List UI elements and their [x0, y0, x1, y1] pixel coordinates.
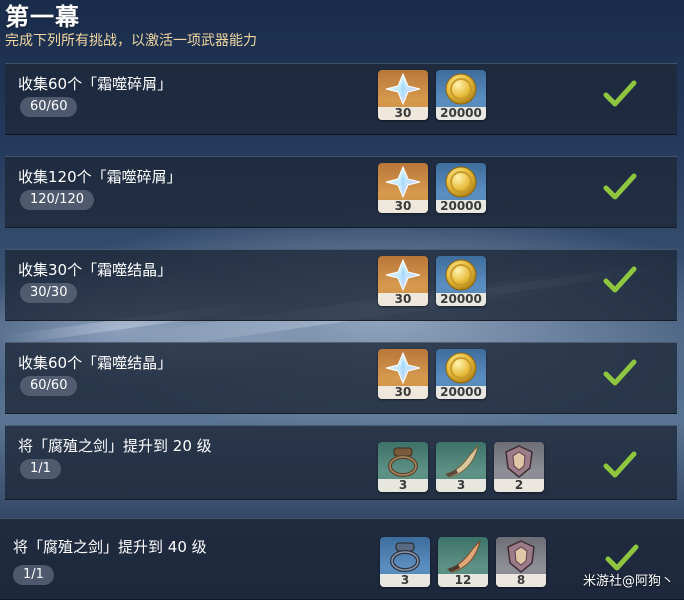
reward-count: 20000: [436, 107, 486, 120]
reward-count: 12: [438, 574, 488, 587]
challenge-row: 将「腐殖之剑」提升到 40 级 1/1 3 12 8: [0, 518, 684, 600]
reward-item[interactable]: 30: [378, 349, 428, 399]
reward-count: 20000: [436, 386, 486, 399]
page-subtitle: 完成下列所有挑战，以激活一项武器能力: [5, 33, 257, 49]
challenge-text: 将「腐殖之剑」提升到 40 级: [13, 538, 207, 556]
mora-coin-icon: [445, 352, 477, 384]
challenge-text: 收集30个「霜噬结晶」: [18, 261, 173, 279]
reward-item[interactable]: 20000: [436, 70, 486, 120]
challenge-text: 收集60个「霜噬碎屑」: [18, 75, 173, 93]
challenge-row: 将「腐殖之剑」提升到 20 级 1/1 3 3 2: [5, 425, 677, 500]
reward-item[interactable]: 3: [378, 442, 428, 492]
reward-count: 30: [378, 386, 428, 399]
crest-material-icon: [505, 445, 533, 478]
reward-item[interactable]: 3: [380, 537, 430, 587]
horn-material-icon: [446, 539, 481, 573]
completed-check-icon: [605, 544, 639, 571]
progress-badge: 1/1: [20, 459, 61, 479]
reward-count: 30: [378, 293, 428, 306]
progress-badge: 60/60: [20, 376, 78, 396]
challenge-row: 收集60个「霜噬碎屑」 60/60 30 20000: [5, 63, 677, 135]
challenge-text: 收集60个「霜噬结晶」: [18, 354, 173, 372]
completed-check-icon: [603, 173, 637, 200]
reward-count: 20000: [436, 293, 486, 306]
challenge-text: 收集120个「霜噬碎屑」: [18, 168, 182, 186]
progress-badge: 60/60: [20, 97, 78, 117]
progress-badge: 120/120: [20, 190, 95, 210]
challenge-row: 收集30个「霜噬结晶」 30/30 30 20000: [5, 249, 677, 321]
reward-item[interactable]: 20000: [436, 256, 486, 306]
completed-check-icon: [603, 451, 637, 478]
reward-item[interactable]: 20000: [436, 163, 486, 213]
challenge-text: 将「腐殖之剑」提升到 20 级: [18, 437, 212, 455]
mora-coin-icon: [445, 166, 477, 198]
watermark: 米游社@阿狗丶: [582, 574, 674, 589]
reward-count: 30: [378, 107, 428, 120]
reward-item[interactable]: 8: [496, 537, 546, 587]
reward-item[interactable]: 3: [436, 442, 486, 492]
reward-item[interactable]: 30: [378, 70, 428, 120]
mora-coin-icon: [445, 73, 477, 105]
reward-count: 2: [494, 479, 544, 492]
mora-coin-icon: [445, 259, 477, 291]
reward-count: 3: [436, 479, 486, 492]
reward-item[interactable]: 30: [378, 256, 428, 306]
reward-item[interactable]: 30: [378, 163, 428, 213]
primogem-icon: [385, 351, 421, 385]
challenge-row: 收集120个「霜噬碎屑」 120/120 30 20000: [5, 156, 677, 228]
reward-item[interactable]: 20000: [436, 349, 486, 399]
primogem-icon: [385, 165, 421, 199]
progress-badge: 30/30: [20, 283, 78, 303]
primogem-icon: [385, 258, 421, 292]
reward-item[interactable]: 2: [494, 442, 544, 492]
reward-count: 3: [380, 574, 430, 587]
crest-material-icon: [507, 540, 535, 573]
completed-check-icon: [603, 359, 637, 386]
primogem-icon: [385, 72, 421, 106]
reward-item[interactable]: 12: [438, 537, 488, 587]
challenge-row: 收集60个「霜噬结晶」 60/60 30 20000: [5, 342, 677, 414]
reward-count: 8: [496, 574, 546, 587]
progress-badge: 1/1: [13, 565, 54, 585]
page-title: 第一幕: [5, 3, 80, 31]
reward-count: 20000: [436, 200, 486, 213]
completed-check-icon: [603, 80, 637, 107]
chain-material-icon: [388, 447, 418, 477]
horn-material-icon: [444, 444, 479, 478]
completed-check-icon: [603, 266, 637, 293]
reward-count: 30: [378, 200, 428, 213]
reward-count: 3: [378, 479, 428, 492]
act-header: 第一幕 完成下列所有挑战，以激活一项武器能力: [5, 0, 257, 50]
chain-material-icon: [390, 542, 420, 572]
